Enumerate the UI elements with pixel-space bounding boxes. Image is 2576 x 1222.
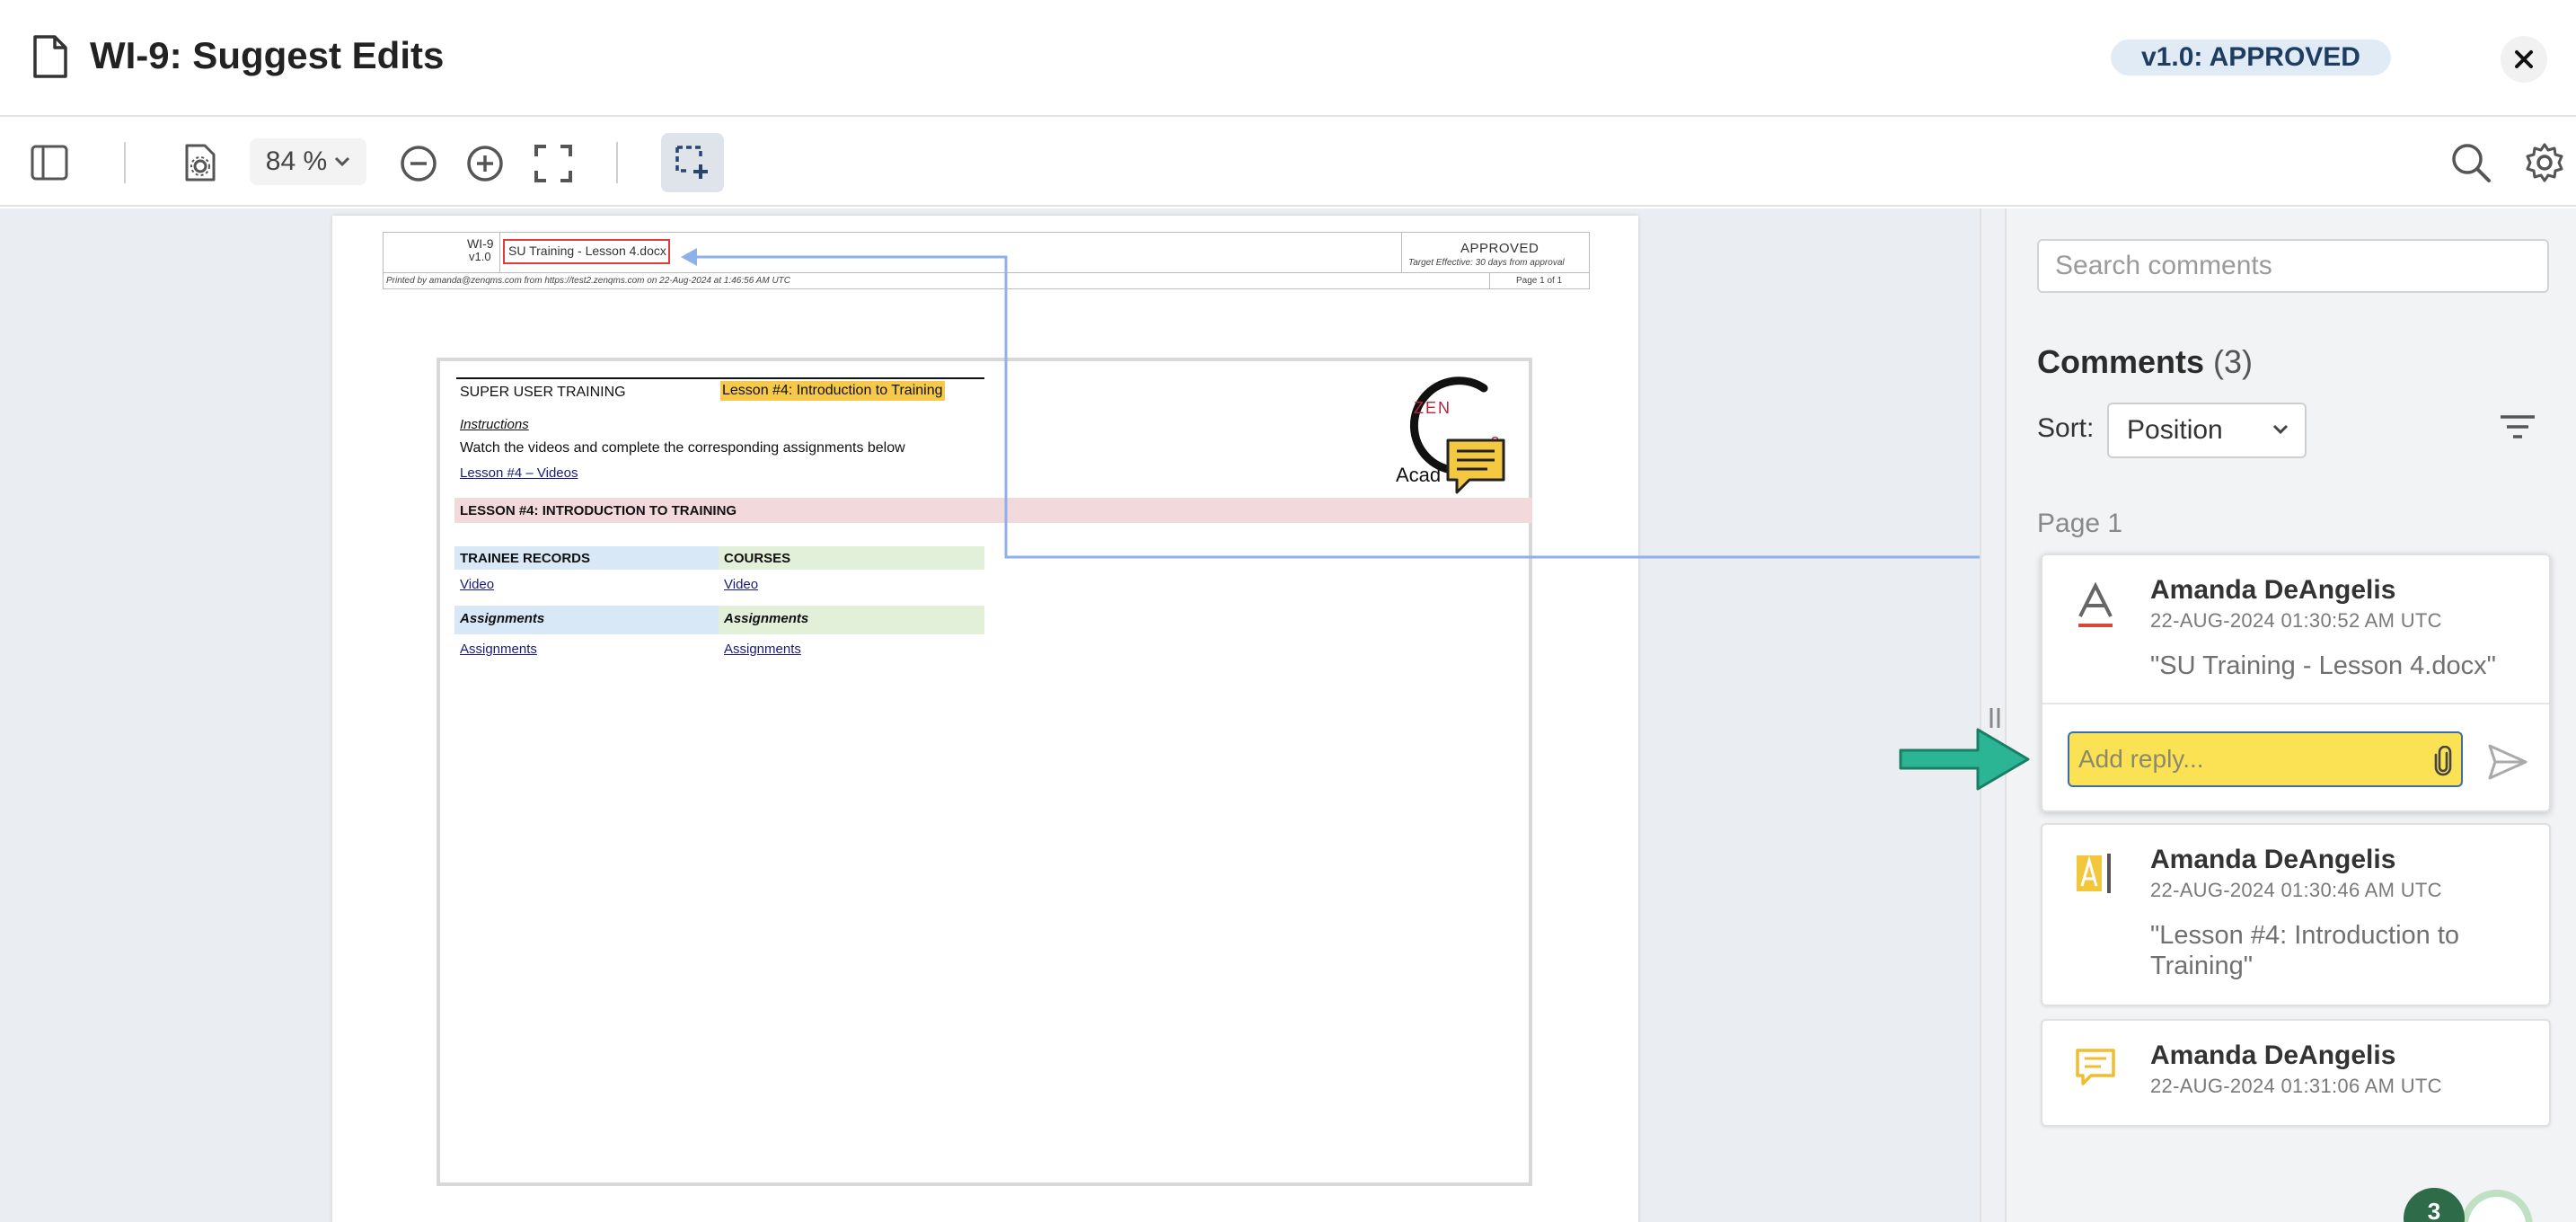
document-content-frame: SUPER USER TRAINING Lesson #4: Introduct… <box>437 358 1532 1186</box>
close-button[interactable] <box>2501 36 2547 83</box>
chevron-down-icon <box>2272 424 2289 435</box>
comment-author: Amanda DeAngelis <box>2150 575 2396 605</box>
app-window: WI-9: Suggest Edits v1.0: APPROVED 84 % <box>0 0 2576 1222</box>
comments-count: (3) <box>2213 343 2254 380</box>
section-heading: LESSON #4: INTRODUCTION TO TRAINING <box>460 503 737 518</box>
col2-video-link[interactable]: Video <box>724 577 758 592</box>
search-button[interactable] <box>2447 138 2495 187</box>
text-strikethrough-icon <box>2075 582 2116 629</box>
comments-heading: Comments (3) <box>2037 343 2253 381</box>
paperclip-icon[interactable] <box>2432 746 2454 776</box>
doc-printed-by: Printed by amanda@zenqms.com from https:… <box>386 276 790 286</box>
doc-filename-annotated[interactable]: SU Training - Lesson 4.docx <box>503 239 670 264</box>
col1-heading: TRAINEE RECORDS <box>460 551 591 566</box>
doc-version: v1.0 <box>469 250 491 263</box>
zoom-select[interactable]: 84 % <box>250 138 366 185</box>
page-group-label: Page 1 <box>2037 509 2123 538</box>
selection-add-icon <box>675 145 710 181</box>
note-comment-marker[interactable] <box>1444 437 1507 496</box>
settings-button[interactable] <box>2520 138 2569 187</box>
panel-resize-handle[interactable] <box>1980 208 2007 1222</box>
comment-card[interactable]: Amanda DeAngelis 22-AUG-2024 01:31:06 AM… <box>2041 1019 2551 1127</box>
text-highlight-icon <box>2075 852 2116 895</box>
zoom-in-button[interactable] <box>462 140 508 187</box>
toolbar-divider <box>124 142 126 183</box>
col2-heading: COURSES <box>724 551 791 566</box>
logo-text-top: ZEN <box>1414 399 1451 417</box>
divider <box>456 377 984 379</box>
videos-link[interactable]: Lesson #4 – Videos <box>460 465 578 481</box>
search-icon <box>2450 142 2492 183</box>
zoom-out-icon <box>399 144 438 183</box>
zoom-out-button[interactable] <box>395 140 442 187</box>
chevron-down-icon <box>334 156 350 167</box>
search-comments-input[interactable] <box>2037 239 2549 293</box>
sidebar-panel-icon <box>31 145 68 181</box>
comment-quote: "SU Training - Lesson 4.docx" <box>2150 651 2496 680</box>
comments-label: Comments <box>2037 343 2205 380</box>
col2-assign-heading: Assignments <box>724 611 809 626</box>
col1-assign-link[interactable]: Assignments <box>460 642 537 657</box>
send-icon[interactable] <box>2486 742 2529 782</box>
filter-icon <box>2499 413 2536 440</box>
document-viewer[interactable]: WI-9 v1.0 SU Training - Lesson 4.docx AP… <box>0 208 1980 1222</box>
zoom-value: 84 % <box>265 146 328 176</box>
comment-card[interactable]: Amanda DeAngelis 22-AUG-2024 01:30:46 AM… <box>2041 823 2551 1006</box>
program-name: SUPER USER TRAINING <box>460 385 626 400</box>
document-gear-icon <box>184 143 216 182</box>
arrow-pointer-icon <box>1899 726 2032 793</box>
col1-assign-heading: Assignments <box>460 611 545 626</box>
col2-assign-link[interactable]: Assignments <box>724 642 801 657</box>
header-divider <box>499 232 500 273</box>
note-comment-icon <box>2075 1048 2116 1087</box>
document-page[interactable]: WI-9 v1.0 SU Training - Lesson 4.docx AP… <box>332 216 1638 1222</box>
toolbar: 84 % <box>0 117 2576 207</box>
col1-video-link[interactable]: Video <box>460 577 494 592</box>
document-settings-button[interactable] <box>178 140 223 185</box>
note-comment-icon <box>1444 437 1507 496</box>
instructions-text: Watch the videos and complete the corres… <box>460 440 905 456</box>
comment-quote: "Lesson #4: Introduction to Training" <box>2150 921 2460 980</box>
logo-text-bottom: Acad <box>1396 464 1442 486</box>
instructions-heading: Instructions <box>460 417 529 432</box>
close-icon <box>2514 49 2534 69</box>
reply-input[interactable] <box>2078 740 2420 778</box>
doc-id: WI-9 <box>467 236 494 251</box>
doc-effective: Target Effective: 30 days from approval <box>1408 258 1565 268</box>
status-badge: v1.0: APPROVED <box>2111 40 2391 75</box>
doc-page-of: Page 1 of 1 <box>1516 276 1563 286</box>
sort-select[interactable]: Position <box>2107 403 2307 458</box>
grip-icon <box>1989 708 2001 728</box>
comment-date: 22-AUG-2024 01:30:52 AM UTC <box>2150 609 2442 632</box>
comment-date: 22-AUG-2024 01:31:06 AM UTC <box>2150 1075 2442 1097</box>
filter-button[interactable] <box>2499 413 2536 440</box>
page-title: WI-9: Suggest Edits <box>90 34 445 76</box>
reply-field[interactable] <box>2068 731 2463 787</box>
sort-value: Position <box>2127 415 2223 445</box>
comments-panel: Comments (3) Sort: Position Page 1 Amand… <box>2007 208 2576 1222</box>
area-select-tool-button[interactable] <box>661 133 724 192</box>
comment-date: 22-AUG-2024 01:30:46 AM UTC <box>2150 879 2442 901</box>
header-divider <box>1401 232 1402 273</box>
zoom-in-icon <box>465 144 505 183</box>
fit-page-button[interactable] <box>530 140 577 187</box>
doc-status: APPROVED <box>1460 241 1539 256</box>
comment-card[interactable]: Amanda DeAngelis 22-AUG-2024 01:30:52 AM… <box>2041 553 2551 812</box>
comment-author: Amanda DeAngelis <box>2150 1040 2396 1070</box>
header-divider <box>1489 273 1490 289</box>
toggle-sidebar-button[interactable] <box>27 140 72 185</box>
zen-academy-logo: ZEN s Acad <box>1387 363 1531 498</box>
fullscreen-icon <box>534 144 573 183</box>
lesson-title-highlighted[interactable]: Lesson #4: Introduction to Training <box>720 381 945 401</box>
title-bar: WI-9: Suggest Edits v1.0: APPROVED <box>0 0 2576 117</box>
document-icon <box>32 34 68 79</box>
divider <box>2042 703 2549 704</box>
toolbar-divider <box>616 142 618 183</box>
gear-icon <box>2524 142 2565 183</box>
comment-author: Amanda DeAngelis <box>2150 845 2396 874</box>
sort-label: Sort: <box>2037 413 2095 443</box>
